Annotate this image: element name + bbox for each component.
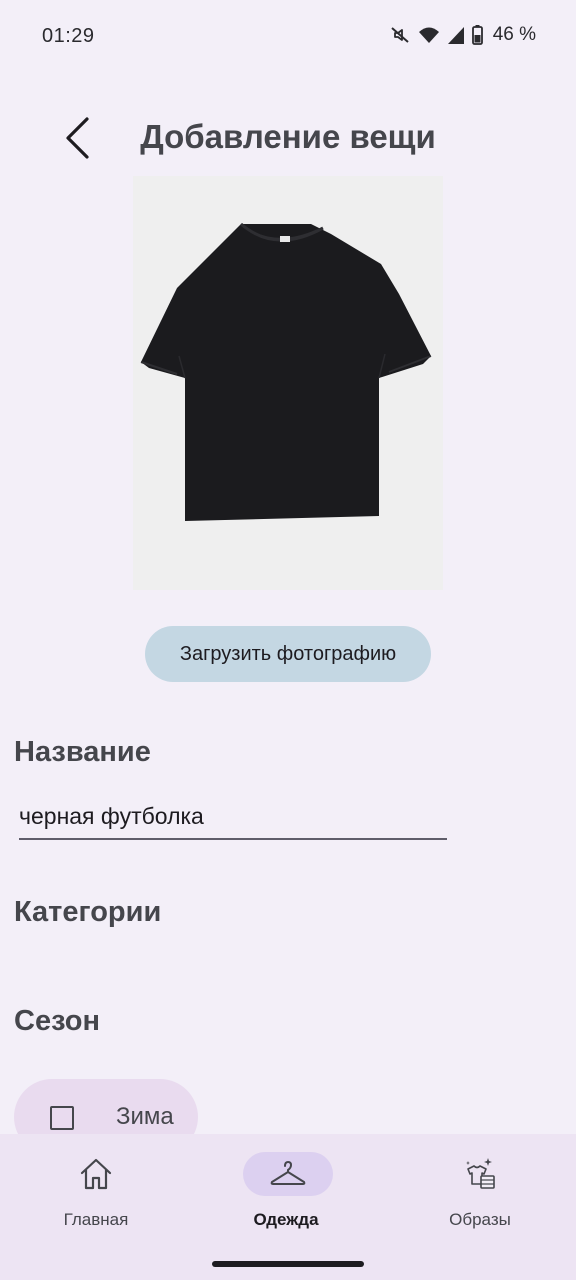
gesture-handle[interactable] — [212, 1261, 364, 1267]
categories-heading: Категории — [14, 896, 162, 928]
nav-item-home[interactable]: Главная — [0, 1134, 192, 1244]
winter-label: Зима — [116, 1103, 174, 1130]
nav-label-home: Главная — [63, 1210, 129, 1229]
nav-label-clothes: Одежда — [253, 1210, 319, 1229]
nav-item-clothes[interactable]: Одежда — [192, 1134, 384, 1244]
status-icons: 46 % — [390, 24, 536, 46]
wifi-icon — [418, 27, 439, 43]
nav-label-outfits: Образы — [449, 1210, 511, 1229]
season-heading: Сезон — [14, 1005, 100, 1037]
item-name-input[interactable] — [19, 798, 447, 840]
hanger-icon — [270, 1161, 306, 1185]
bottom-navigation: Главная Одежда Образы — [0, 1134, 576, 1280]
nav-active-indicator — [243, 1152, 333, 1196]
home-icon — [80, 1158, 112, 1190]
upload-photo-button[interactable]: Загрузить фотографию — [145, 626, 431, 682]
nav-home-icon-wrap — [51, 1152, 141, 1196]
page-title: Добавление вещи — [0, 118, 576, 156]
status-time: 01:29 — [42, 25, 95, 47]
battery-icon — [471, 25, 483, 45]
mute-icon — [391, 27, 409, 43]
outfits-icon — [466, 1158, 495, 1189]
winter-checkbox[interactable] — [50, 1106, 74, 1130]
item-photo — [133, 176, 443, 590]
black-tshirt-image — [140, 222, 432, 521]
battery-percent: 46 % — [492, 24, 536, 45]
signal-icon — [447, 26, 464, 44]
name-heading: Название — [14, 736, 151, 768]
nav-outfits-icon-wrap — [435, 1152, 525, 1196]
page-title-text: Добавление вещи — [140, 118, 436, 155]
status-bar: 01:29 46 % — [0, 0, 576, 72]
nav-item-outfits[interactable]: Образы — [384, 1134, 576, 1244]
